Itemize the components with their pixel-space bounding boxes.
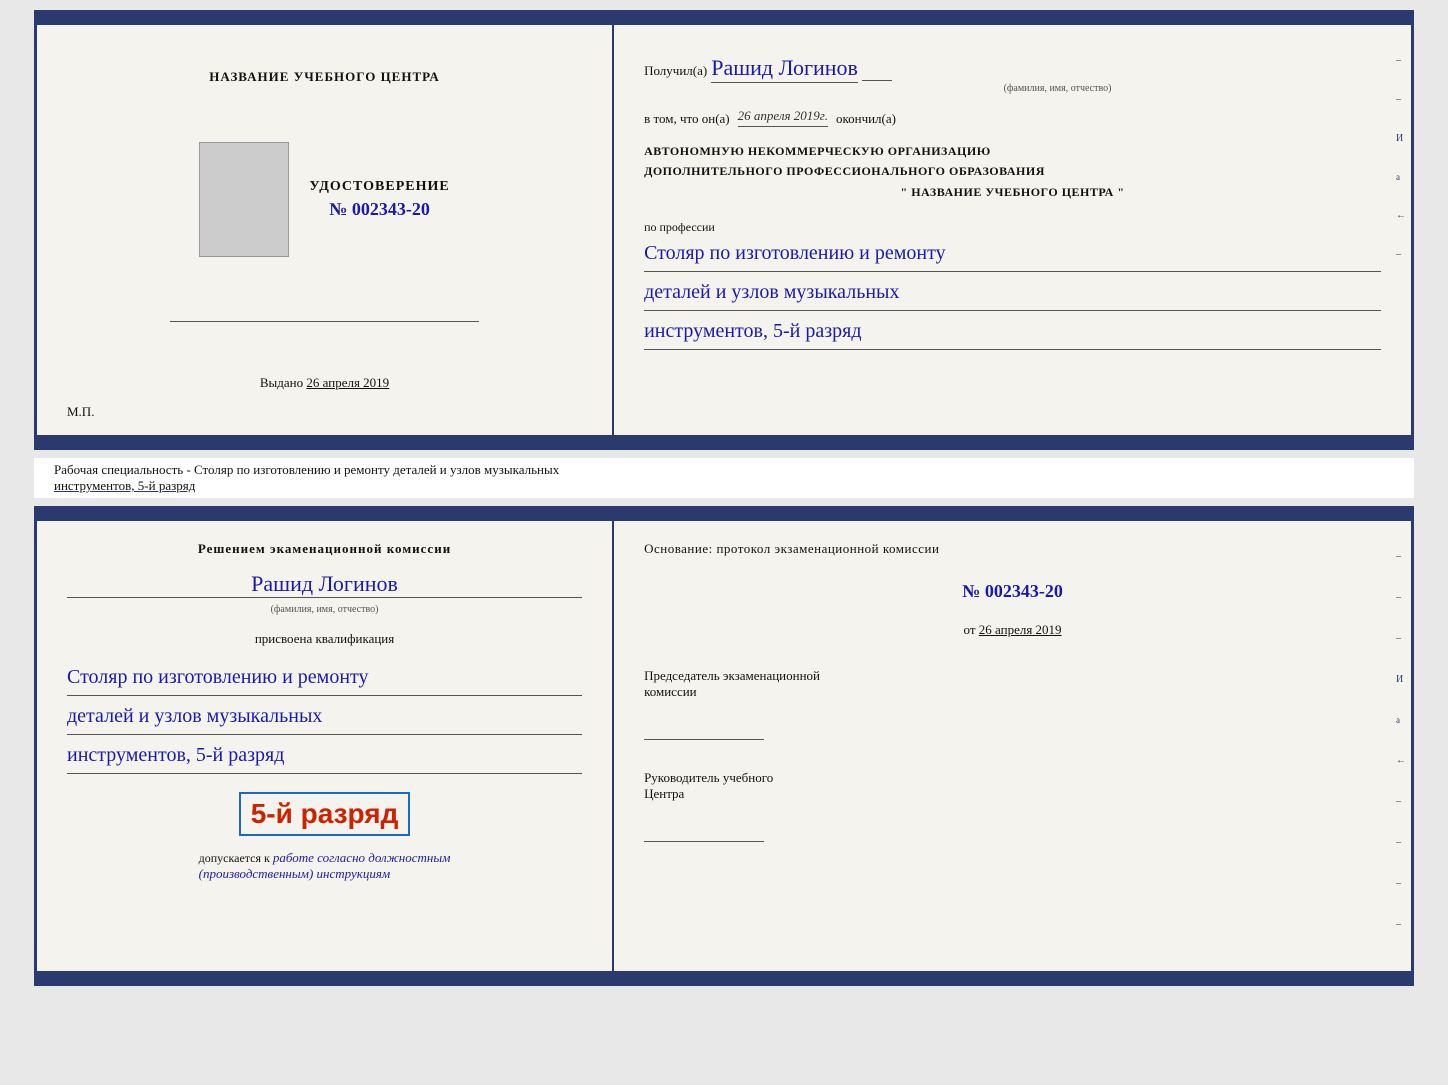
qual-line2: деталей и узлов музыкальных xyxy=(67,698,582,735)
org-line2: ДОПОЛНИТЕЛЬНОГО ПРОФЕССИОНАЛЬНОГО ОБРАЗО… xyxy=(644,161,1381,181)
right-deco: – – И а ← – xyxy=(1396,55,1406,260)
org-block: АВТОНОМНУЮ НЕКОММЕРЧЕСКУЮ ОРГАНИЗАЦИЮ ДО… xyxy=(644,141,1381,202)
top-document-card: НАЗВАНИЕ УЧЕБНОГО ЦЕНТРА УДОСТОВЕРЕНИЕ №… xyxy=(34,10,1414,450)
chairman-title: Председатель экзаменационной комиссии xyxy=(644,668,1381,700)
bottom-bottom-border xyxy=(37,971,1411,983)
school-title-top: НАЗВАНИЕ УЧЕБНОГО ЦЕНТРА xyxy=(209,69,440,85)
profession-text: Столяр по изготовлению и ремонту деталей… xyxy=(644,235,1381,350)
decision-header: Решением экаменационной комиссии xyxy=(198,541,451,557)
bottom-top-border xyxy=(37,509,1411,521)
rank-highlight-box: 5-й разряд xyxy=(239,792,411,836)
org-name: НАЗВАНИЕ УЧЕБНОГО ЦЕНТРА xyxy=(911,185,1114,199)
person-name-top: Рашид Логинов xyxy=(711,55,858,83)
specialty-text2: инструментов, 5-й разряд xyxy=(54,478,195,493)
top-border xyxy=(37,13,1411,25)
bottom-qual-text: Столяр по изготовлению и ремонту деталей… xyxy=(67,659,582,776)
admitted-text2: (производственным) инструкциям xyxy=(199,866,391,881)
confirm-label: в том, что он(а) xyxy=(644,111,730,127)
confirm-row: в том, что он(а) 26 апреля 2019г. окончи… xyxy=(644,108,1381,127)
director-signature-line xyxy=(644,822,764,842)
org-quote-close: " xyxy=(1117,185,1124,199)
admitted-block: допускается к работе согласно должностны… xyxy=(199,850,451,882)
protocol-date-row: от 26 апреля 2019 xyxy=(644,622,1381,638)
protocol-number: № 002343-20 xyxy=(644,581,1381,602)
rank-big-label: 5-й разряд xyxy=(251,798,399,829)
bottom-person-name: Рашид Логинов xyxy=(67,571,582,598)
chairman-signature-line xyxy=(644,720,764,740)
prof-line3: инструментов, 5-й разряд xyxy=(644,313,1381,350)
director-block: Руководитель учебного Центра xyxy=(644,770,1381,842)
finished-label: окончил(а) xyxy=(836,111,896,127)
received-row: Получил(а) Рашид Логинов (фамилия, имя, … xyxy=(644,55,1381,94)
bottom-document-card: Решением экаменационной комиссии Рашид Л… xyxy=(34,506,1414,986)
received-label: Получил(а) xyxy=(644,63,707,78)
issued-section: Выдано 26 апреля 2019 xyxy=(260,375,389,391)
top-card-right: Получил(а) Рашид Логинов (фамилия, имя, … xyxy=(614,25,1411,435)
protocol-date-prefix: от xyxy=(964,622,976,637)
org-name-row: " НАЗВАНИЕ УЧЕБНОГО ЦЕНТРА " xyxy=(644,182,1381,202)
date-handwritten: 26 апреля 2019г. xyxy=(738,108,828,127)
qual-line1: Столяр по изготовлению и ремонту xyxy=(67,659,582,696)
protocol-date-value: 26 апреля 2019 xyxy=(979,622,1062,637)
profession-section: по профессии Столяр по изготовлению и ре… xyxy=(644,216,1381,352)
doc-number-section: УДОСТОВЕРЕНИЕ № 002343-20 xyxy=(309,179,449,220)
specialty-text: Рабочая специальность - Столяр по изгото… xyxy=(54,462,559,477)
mp-label: М.П. xyxy=(67,404,94,420)
org-quote-open: " xyxy=(901,185,908,199)
bottom-fio-subtitle: (фамилия, имя, отчество) xyxy=(67,604,582,615)
director-title: Руководитель учебного Центра xyxy=(644,770,1381,802)
bottom-card-right: Основание: протокол экзаменационной коми… xyxy=(614,521,1411,971)
profession-label: по профессии xyxy=(644,220,1381,235)
admitted-text: работе согласно должностным xyxy=(273,850,451,865)
issued-date: 26 апреля 2019 xyxy=(306,375,389,390)
fio-subtitle-top: (фамилия, имя, отчество) xyxy=(734,83,1381,94)
doc-number-value: № 002343-20 xyxy=(309,199,449,220)
org-line1: АВТОНОМНУЮ НЕКОММЕРЧЕСКУЮ ОРГАНИЗАЦИЮ xyxy=(644,141,1381,161)
qualification-label: присвоена квалификация xyxy=(255,631,394,647)
specialty-bar: Рабочая специальность - Столяр по изгото… xyxy=(34,458,1414,498)
admitted-label: допускается к xyxy=(199,851,270,865)
doc-type-label: УДОСТОВЕРЕНИЕ xyxy=(309,179,449,195)
top-card-left: НАЗВАНИЕ УЧЕБНОГО ЦЕНТРА УДОСТОВЕРЕНИЕ №… xyxy=(37,25,614,435)
chairman-block: Председатель экзаменационной комиссии xyxy=(644,668,1381,740)
bottom-card-left: Решением экаменационной комиссии Рашид Л… xyxy=(37,521,614,971)
bottom-right-deco: – – – И а ← – – – – xyxy=(1396,551,1406,930)
bottom-person-block: Рашид Логинов (фамилия, имя, отчество) xyxy=(67,565,582,615)
prof-line2: деталей и узлов музыкальных xyxy=(644,274,1381,311)
issued-label: Выдано xyxy=(260,375,303,390)
qual-line3: инструментов, 5-й разряд xyxy=(67,737,582,774)
bottom-border-top xyxy=(37,435,1411,447)
prof-line1: Столяр по изготовлению и ремонту xyxy=(644,235,1381,272)
basis-label: Основание: протокол экзаменационной коми… xyxy=(644,541,1381,557)
photo-placeholder xyxy=(199,142,289,257)
